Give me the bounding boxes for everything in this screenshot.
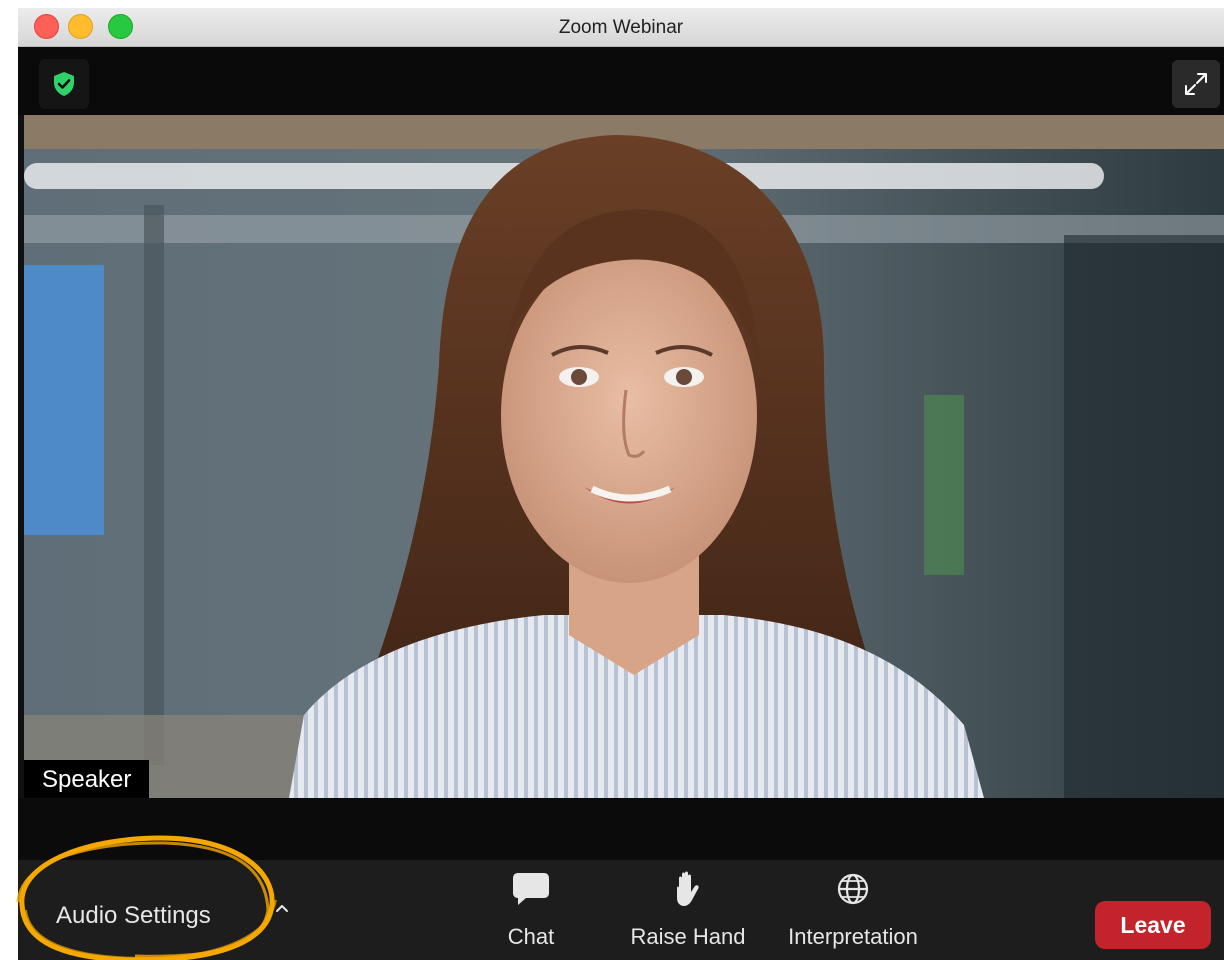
window-title: Zoom Webinar <box>558 17 684 38</box>
raise-hand-button[interactable]: Raise Hand <box>623 870 753 950</box>
chat-label: Chat <box>507 924 555 949</box>
speaker-video: Speaker <box>24 115 1224 798</box>
raise-hand-label: Raise Hand <box>630 924 746 949</box>
speech-bubble-icon <box>513 873 549 905</box>
chevron-up-icon[interactable] <box>274 900 290 916</box>
speaker-name-label: Speaker <box>24 760 150 798</box>
security-button[interactable] <box>39 59 89 109</box>
video-bottom-strip <box>18 798 1224 860</box>
globe-icon <box>837 873 869 905</box>
fullscreen-button[interactable] <box>1172 60 1220 108</box>
title-bar: Zoom Webinar <box>18 8 1224 47</box>
meeting-top-bar <box>18 47 1224 115</box>
leave-button[interactable]: Leave <box>1095 901 1211 949</box>
interpretation-label: Interpretation <box>788 924 918 949</box>
shield-check-icon <box>54 72 74 96</box>
expand-arrows-icon <box>1185 73 1207 95</box>
zoom-webinar-window: Zoom Webinar Speaker Audio Settings Chat… <box>18 8 1224 960</box>
meeting-toolbar: Audio Settings Chat Raise Hand Interpret… <box>18 860 1224 960</box>
chat-button[interactable]: Chat <box>496 870 566 950</box>
speaker-video-frame <box>24 115 1224 798</box>
audio-settings-button[interactable]: Audio Settings <box>56 902 211 930</box>
hand-icon <box>677 871 699 906</box>
interpretation-button[interactable]: Interpretation <box>778 870 928 950</box>
